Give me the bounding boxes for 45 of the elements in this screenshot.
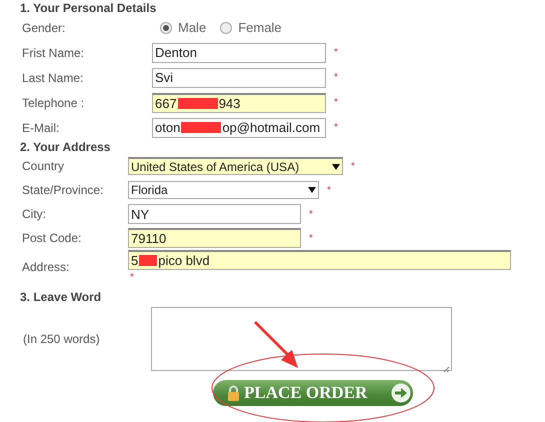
input-field[interactable]: Denton: [152, 42, 326, 62]
required-mark: *: [327, 184, 331, 196]
required-mark: *: [309, 232, 313, 244]
redaction-mark: [181, 122, 222, 133]
section-heading: 3. Leave Word: [20, 290, 102, 304]
caret-icon: [332, 164, 340, 170]
required-mark: *: [334, 97, 338, 108]
input-field[interactable]: 79110: [128, 228, 301, 248]
option-label: Male: [178, 20, 206, 35]
input-field[interactable]: Svi: [152, 68, 326, 88]
field-label: E-Mail:: [21, 120, 60, 134]
required-mark: *: [334, 47, 338, 58]
required-mark: *: [130, 272, 135, 283]
required-mark: *: [334, 122, 338, 133]
radio-button[interactable]: [220, 22, 232, 34]
field-label: Gender:: [21, 20, 66, 34]
input-field[interactable]: 667 943: [152, 92, 326, 112]
field-label: State/Province:: [21, 183, 104, 197]
field-label: Frist Name:: [21, 46, 86, 60]
radio-button[interactable]: [160, 22, 172, 34]
field-label: Address:: [21, 260, 70, 274]
input-field[interactable]: NY: [128, 204, 301, 224]
required-mark: *: [351, 160, 355, 172]
section-heading: 2. Your Address: [20, 140, 112, 154]
redaction-mark: [139, 255, 158, 266]
field-label: Post Code:: [21, 231, 82, 245]
field-label: Telephone :: [21, 96, 86, 110]
lock-icon: [227, 385, 240, 401]
place-order-button[interactable]: PLACE ORDER: [213, 380, 413, 406]
input-field[interactable]: 5 pico blvd: [128, 250, 511, 270]
field-label: (In 250 words): [22, 332, 101, 346]
required-mark: *: [309, 208, 313, 220]
option-label: Female: [238, 20, 282, 35]
text-area[interactable]: [151, 307, 452, 371]
dropdown[interactable]: United States of America (USA): [128, 157, 343, 175]
field-label: Last Name:: [21, 70, 84, 84]
dropdown[interactable]: Florida: [128, 181, 319, 199]
field-label: Country: [21, 159, 66, 173]
caret-icon: [308, 187, 316, 193]
redaction-mark: [178, 98, 218, 108]
input-field[interactable]: oton op@hotmail.com: [152, 118, 326, 138]
field-label: City:: [21, 207, 47, 221]
section-heading: 1. Your Personal Details: [20, 1, 158, 15]
required-mark: *: [334, 72, 338, 83]
pointer-arrow: [254, 321, 298, 368]
